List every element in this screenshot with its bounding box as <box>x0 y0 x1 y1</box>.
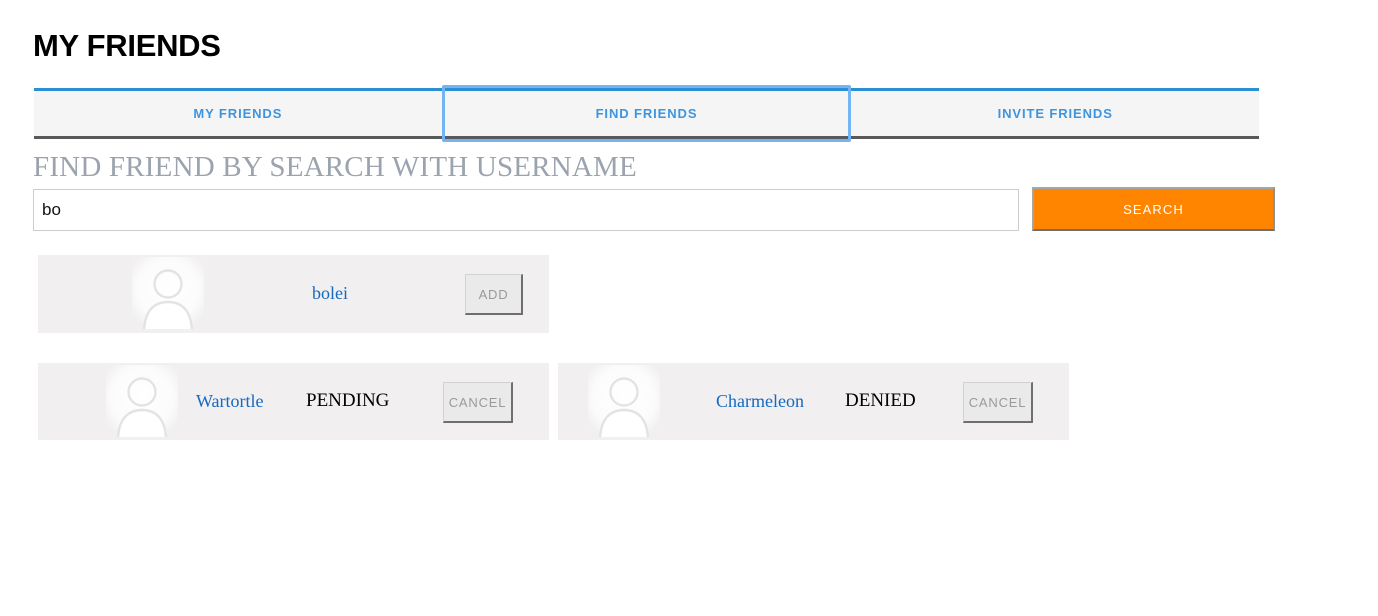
add-friend-button[interactable]: ADD <box>465 274 523 315</box>
cancel-request-button[interactable]: CANCEL <box>443 382 513 423</box>
tab-my-friends-label: MY FRIENDS <box>193 106 283 121</box>
search-input[interactable] <box>33 189 1019 231</box>
tab-my-friends[interactable]: MY FRIENDS <box>34 91 443 136</box>
tab-invite-friends[interactable]: INVITE FRIENDS <box>851 91 1260 136</box>
status-badge: PENDING <box>306 390 390 411</box>
friends-tabs: MY FRIENDS FIND FRIENDS INVITE FRIENDS <box>34 85 1260 142</box>
default-user-avatar-icon <box>106 365 178 437</box>
user-name-link[interactable]: Charmeleon <box>716 391 804 412</box>
default-user-avatar-icon <box>588 365 660 437</box>
search-result-card: bolei ADD <box>38 255 549 333</box>
page-title: MY FRIENDS <box>33 28 221 63</box>
search-button[interactable]: SEARCH <box>1032 187 1275 231</box>
user-name-link[interactable]: bolei <box>312 283 348 304</box>
section-heading: FIND FRIEND BY SEARCH WITH USERNAME <box>33 151 637 183</box>
status-badge: DENIED <box>845 390 916 411</box>
tab-find-friends[interactable]: FIND FRIENDS <box>441 85 852 142</box>
cancel-request-button[interactable]: CANCEL <box>963 382 1033 423</box>
find-friends-page: MY FRIENDS MY FRIENDS FIND FRIENDS INVIT… <box>0 0 1378 616</box>
user-name-link[interactable]: Wartortle <box>196 391 264 412</box>
tab-invite-friends-label: INVITE FRIENDS <box>997 106 1113 121</box>
search-row: SEARCH <box>33 187 1275 233</box>
tab-find-friends-label: FIND FRIENDS <box>595 106 698 121</box>
default-user-avatar-icon <box>132 257 204 329</box>
friend-request-card: Wartortle PENDING CANCEL <box>38 363 549 440</box>
friend-request-card: Charmeleon DENIED CANCEL <box>558 363 1069 440</box>
